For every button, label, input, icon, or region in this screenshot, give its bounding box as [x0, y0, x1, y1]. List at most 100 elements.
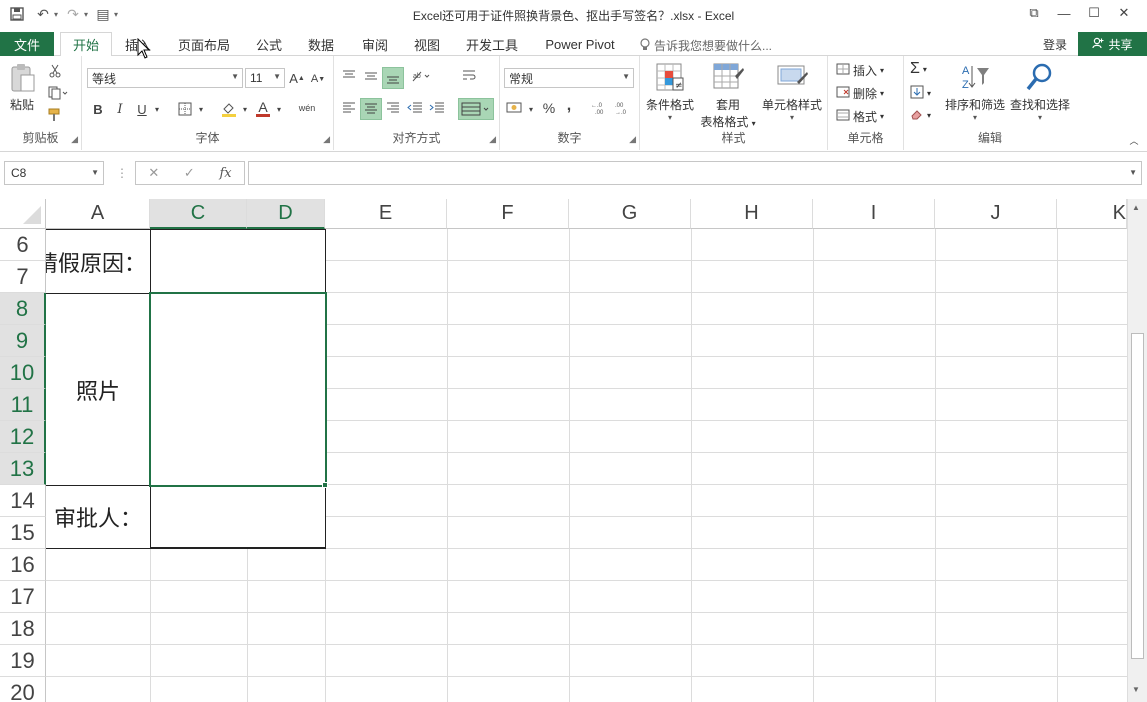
fill-button[interactable]: ▾ — [910, 85, 931, 102]
autosum-button[interactable]: Σ ▾ — [910, 60, 927, 78]
column-header-k[interactable]: K — [1057, 199, 1127, 229]
tab-view[interactable]: 视图 — [408, 32, 446, 56]
find-select-button[interactable]: 查找和选择 ▾ — [1008, 62, 1072, 122]
phonetic-icon[interactable]: wén — [296, 98, 318, 118]
column-header-h[interactable]: H — [691, 199, 813, 229]
font-color-dropdown-icon[interactable]: ▾ — [274, 102, 284, 116]
font-color-icon[interactable]: A — [254, 98, 272, 118]
row-header-6[interactable]: 6 — [0, 229, 46, 261]
conditional-formatting-button[interactable]: ≠ 条件格式 ▾ — [644, 62, 696, 122]
column-header-e[interactable]: E — [325, 199, 447, 229]
merge-center-icon[interactable] — [458, 98, 494, 120]
align-middle-icon[interactable] — [362, 67, 380, 85]
column-header-f[interactable]: F — [447, 199, 569, 229]
name-box[interactable]: C8 ▼ — [4, 161, 104, 185]
grow-font-icon[interactable]: A ▲ — [289, 69, 305, 87]
tab-review[interactable]: 审阅 — [356, 32, 394, 56]
select-all-corner[interactable] — [0, 199, 46, 229]
expand-formula-bar-icon[interactable]: ▼ — [1129, 168, 1137, 177]
photo-label-cell[interactable]: 照片 — [46, 293, 151, 486]
column-header-i[interactable]: I — [813, 199, 935, 229]
decrease-indent-icon[interactable] — [406, 99, 424, 117]
login-link[interactable]: 登录 — [1043, 36, 1067, 53]
orientation-icon[interactable]: ab — [410, 67, 432, 85]
row-header-17[interactable]: 17 — [0, 581, 46, 613]
tab-home[interactable]: 开始 — [60, 32, 112, 57]
column-header-a[interactable]: A — [46, 199, 150, 229]
number-format-select[interactable]: 常规 ▼ — [504, 68, 634, 88]
shrink-font-icon[interactable]: A ▼ — [310, 70, 326, 88]
cancel-entry-icon[interactable]: ✕ — [148, 165, 159, 181]
bold-icon[interactable]: B — [90, 100, 106, 118]
row-header-20[interactable]: 20 — [0, 677, 46, 702]
borders-icon[interactable] — [176, 100, 194, 118]
borders-dropdown-icon[interactable]: ▾ — [196, 102, 206, 116]
tab-formulas[interactable]: 公式 — [250, 32, 288, 56]
tab-file[interactable]: 文件 — [0, 32, 54, 56]
column-header-c[interactable]: C — [150, 199, 247, 229]
insert-cells-button[interactable]: 插入 ▾ — [836, 62, 884, 79]
approver-label-cell[interactable]: 审批人： — [46, 485, 151, 549]
column-header-d[interactable]: D — [247, 199, 325, 229]
format-painter-icon[interactable] — [46, 106, 64, 124]
reason-label-cell[interactable]: 请假原因： — [46, 229, 151, 294]
underline-dropdown-icon[interactable]: ▾ — [152, 102, 162, 116]
align-bottom-icon[interactable] — [382, 67, 404, 89]
increase-decimal-icon[interactable]: ←.0.00 — [590, 99, 610, 117]
row-header-18[interactable]: 18 — [0, 613, 46, 645]
maximize-icon[interactable]: ☐ — [1079, 2, 1109, 24]
ribbon-display-options-icon[interactable]: ⧉ — [1019, 2, 1049, 24]
increase-indent-icon[interactable] — [428, 99, 446, 117]
font-size-select[interactable]: 11 ▼ — [245, 68, 285, 88]
row-header-14[interactable]: 14 — [0, 485, 46, 517]
insert-function-icon[interactable]: fx — [219, 166, 231, 181]
minimize-icon[interactable]: — — [1049, 2, 1079, 24]
column-header-g[interactable]: G — [569, 199, 691, 229]
clipboard-launcher-icon[interactable]: ◢ — [71, 134, 78, 145]
tab-developer[interactable]: 开发工具 — [460, 32, 524, 56]
alignment-launcher-icon[interactable]: ◢ — [489, 134, 496, 145]
approver-value-cell[interactable] — [150, 485, 326, 549]
row-header-19[interactable]: 19 — [0, 645, 46, 677]
number-launcher-icon[interactable]: ◢ — [629, 134, 636, 145]
tab-page-layout[interactable]: 页面布局 — [172, 32, 236, 56]
font-name-select[interactable]: 等线 ▼ — [87, 68, 243, 88]
copy-icon[interactable] — [46, 84, 70, 102]
row-header-7[interactable]: 7 — [0, 261, 46, 293]
italic-icon[interactable]: I — [112, 100, 128, 118]
close-icon[interactable]: ✕ — [1109, 2, 1139, 24]
align-right-icon[interactable] — [384, 99, 402, 117]
percent-icon[interactable]: % — [540, 99, 558, 117]
accounting-dropdown-icon[interactable]: ▾ — [526, 102, 536, 116]
format-cells-button[interactable]: 格式 ▾ — [836, 108, 884, 125]
worksheet-grid[interactable]: A C D E F G H I J K 6 7 8 9 10 11 12 13 … — [0, 199, 1127, 702]
align-top-icon[interactable] — [340, 67, 358, 85]
cell-styles-button[interactable]: 单元格样式 ▾ — [760, 62, 824, 122]
reason-value-cell[interactable] — [150, 229, 326, 294]
formula-bar-grip[interactable]: ⋮ — [116, 166, 128, 180]
column-header-j[interactable]: J — [935, 199, 1057, 229]
wrap-text-icon[interactable] — [460, 67, 480, 85]
share-button[interactable]: 共享 — [1078, 32, 1147, 56]
paste-label[interactable]: 粘贴 — [10, 96, 34, 113]
fill-color-dropdown-icon[interactable]: ▾ — [240, 102, 250, 116]
font-launcher-icon[interactable]: ◢ — [323, 134, 330, 145]
accounting-format-icon[interactable] — [504, 99, 526, 117]
fill-color-icon[interactable] — [220, 100, 238, 118]
row-header-16[interactable]: 16 — [0, 549, 46, 581]
formula-input[interactable]: ▼ — [248, 161, 1142, 185]
scroll-up-icon[interactable]: ▲ — [1132, 203, 1140, 212]
vertical-scrollbar[interactable]: ▲ ▼ — [1127, 199, 1147, 702]
format-as-table-button[interactable]: 套用 表格格式 ▾ — [698, 62, 758, 130]
fill-handle[interactable] — [322, 482, 328, 488]
confirm-entry-icon[interactable]: ✓ — [184, 165, 195, 181]
row-header-11[interactable]: 11 — [0, 389, 46, 421]
row-header-12[interactable]: 12 — [0, 421, 46, 453]
align-left-icon[interactable] — [340, 99, 358, 117]
row-header-9[interactable]: 9 — [0, 325, 46, 357]
row-header-15[interactable]: 15 — [0, 517, 46, 549]
row-header-13[interactable]: 13 — [0, 453, 46, 485]
align-center-icon[interactable] — [360, 98, 382, 120]
tell-me-box[interactable]: 告诉我您想要做什么... — [640, 37, 772, 54]
decrease-decimal-icon[interactable]: .00 →.0 — [612, 99, 632, 117]
